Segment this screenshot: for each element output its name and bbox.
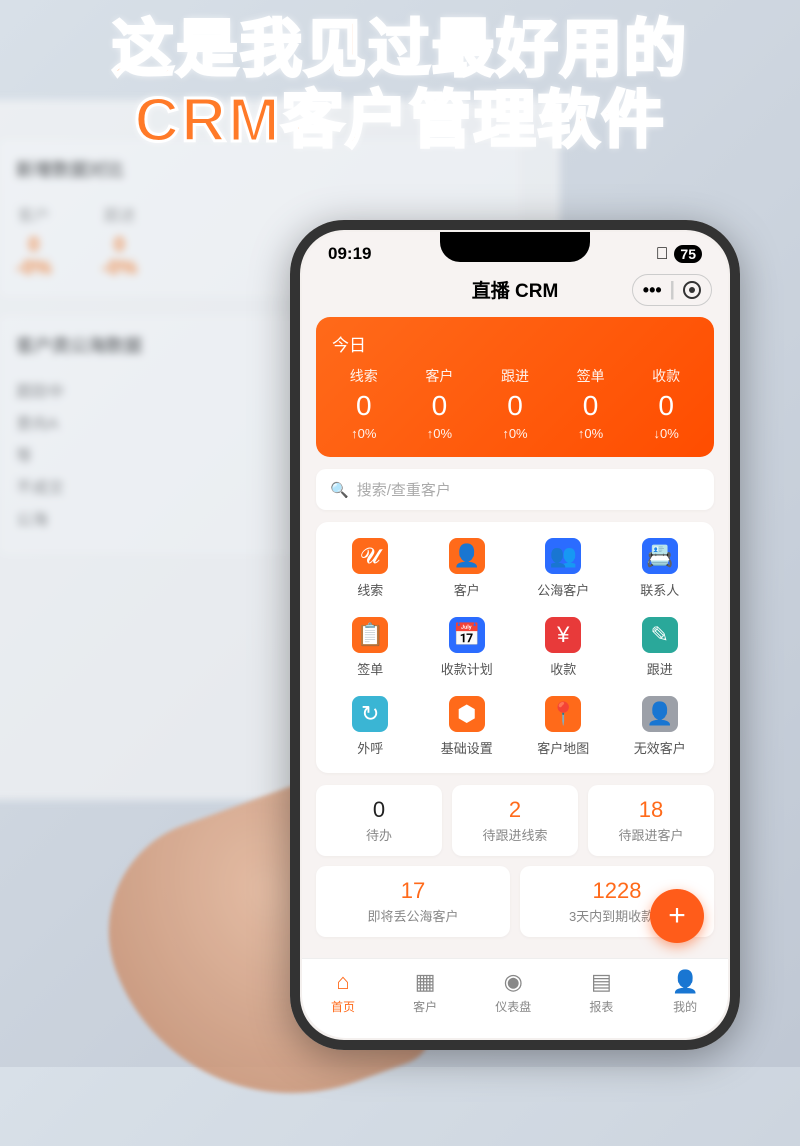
app-header: 直播 CRM ••• |	[302, 268, 728, 311]
bg-section1-title: 新增数据对比	[16, 156, 504, 182]
grid-contacts[interactable]: 📇联系人	[614, 538, 707, 599]
stat-leads[interactable]: 线索 0 ↑0%	[326, 366, 402, 441]
status-time: 09:19	[328, 244, 371, 264]
tile-pending-leads[interactable]: 2待跟进线索	[452, 785, 578, 856]
invalid-icon: 👤	[642, 696, 678, 732]
close-miniprogram-icon[interactable]	[683, 281, 701, 299]
feature-grid: 𝓤线索 👤客户 👥公海客户 📇联系人 📋签单 📅收款计划 ¥收款 ✎跟进 ↻外呼…	[316, 522, 714, 773]
search-placeholder: 搜索/查重客户	[357, 479, 451, 500]
receipt-icon: ¥	[545, 617, 581, 653]
grid-customer-map[interactable]: 📍客户地图	[517, 696, 610, 757]
followup-icon: ✎	[642, 617, 678, 653]
headline-line2: CRM客户管理软件	[0, 85, 800, 156]
today-stats-card[interactable]: 今日 线索 0 ↑0% 客户 0 ↑0% 跟进 0 ↑0%	[316, 317, 714, 457]
nav-home[interactable]: ⌂首页	[331, 969, 355, 1038]
stat-sign[interactable]: 签单 0 ↑0%	[553, 366, 629, 441]
phone-screen: 09:19 􀙇 75 直播 CRM ••• | 今日 线索 0 ↑0%	[302, 232, 728, 1038]
app-title: 直播 CRM	[472, 276, 559, 303]
grid-followup[interactable]: ✎跟进	[614, 617, 707, 678]
stat-followup[interactable]: 跟进 0 ↑0%	[477, 366, 553, 441]
tile-losing-customers[interactable]: 17即将丢公海客户	[316, 866, 510, 937]
stat-receipt[interactable]: 收款 0 ↓0%	[628, 366, 704, 441]
nav-mine[interactable]: 👤我的	[671, 969, 698, 1038]
bottom-nav: ⌂首页 ▦客户 ◉仪表盘 ▤报表 👤我的	[302, 958, 728, 1038]
leads-icon: 𝓤	[352, 538, 388, 574]
nav-dashboard[interactable]: ◉仪表盘	[495, 969, 531, 1038]
grid-sign[interactable]: 📋签单	[324, 617, 417, 678]
search-input[interactable]: 🔍 搜索/查重客户	[316, 469, 714, 510]
profile-icon: 👤	[671, 969, 698, 995]
wifi-icon: 􀙇	[656, 244, 669, 264]
dashboard-icon: ◉	[504, 969, 523, 995]
customer-icon: 👤	[449, 538, 485, 574]
plus-icon: +	[668, 899, 686, 933]
grid-payment-plan[interactable]: 📅收款计划	[421, 617, 514, 678]
sign-icon: 📋	[352, 617, 388, 653]
stats-title: 今日	[326, 331, 704, 356]
customers-nav-icon: ▦	[415, 969, 436, 995]
stat-customers[interactable]: 客户 0 ↑0%	[402, 366, 478, 441]
grid-settings[interactable]: ⬢基础设置	[421, 696, 514, 757]
battery-indicator: 75	[674, 245, 702, 263]
phone-notch	[440, 232, 590, 262]
home-icon: ⌂	[336, 969, 349, 995]
grid-leads[interactable]: 𝓤线索	[324, 538, 417, 599]
public-sea-icon: 👥	[545, 538, 581, 574]
nav-reports[interactable]: ▤报表	[589, 969, 613, 1038]
search-icon: 🔍	[330, 481, 349, 499]
add-button[interactable]: +	[650, 889, 704, 943]
map-pin-icon: 📍	[545, 696, 581, 732]
grid-customers[interactable]: 👤客户	[421, 538, 514, 599]
nav-customers[interactable]: ▦客户	[413, 969, 437, 1038]
grid-outbound[interactable]: ↻外呼	[324, 696, 417, 757]
payment-plan-icon: 📅	[449, 617, 485, 653]
more-icon[interactable]: •••	[643, 281, 662, 299]
outbound-icon: ↻	[352, 696, 388, 732]
promo-headline: 这是我见过最好用的 CRM客户管理软件	[0, 14, 800, 157]
contacts-icon: 📇	[642, 538, 678, 574]
miniprogram-controls[interactable]: ••• |	[632, 274, 712, 306]
grid-receipt[interactable]: ¥收款	[517, 617, 610, 678]
tile-pending-customers[interactable]: 18待跟进客户	[588, 785, 714, 856]
phone-frame: 09:19 􀙇 75 直播 CRM ••• | 今日 线索 0 ↑0%	[290, 220, 740, 1050]
tile-todo[interactable]: 0待办	[316, 785, 442, 856]
settings-icon: ⬢	[449, 696, 485, 732]
grid-public-sea[interactable]: 👥公海客户	[517, 538, 610, 599]
headline-line1: 这是我见过最好用的	[0, 14, 800, 85]
grid-invalid[interactable]: 👤无效客户	[614, 696, 707, 757]
reports-icon: ▤	[591, 969, 612, 995]
